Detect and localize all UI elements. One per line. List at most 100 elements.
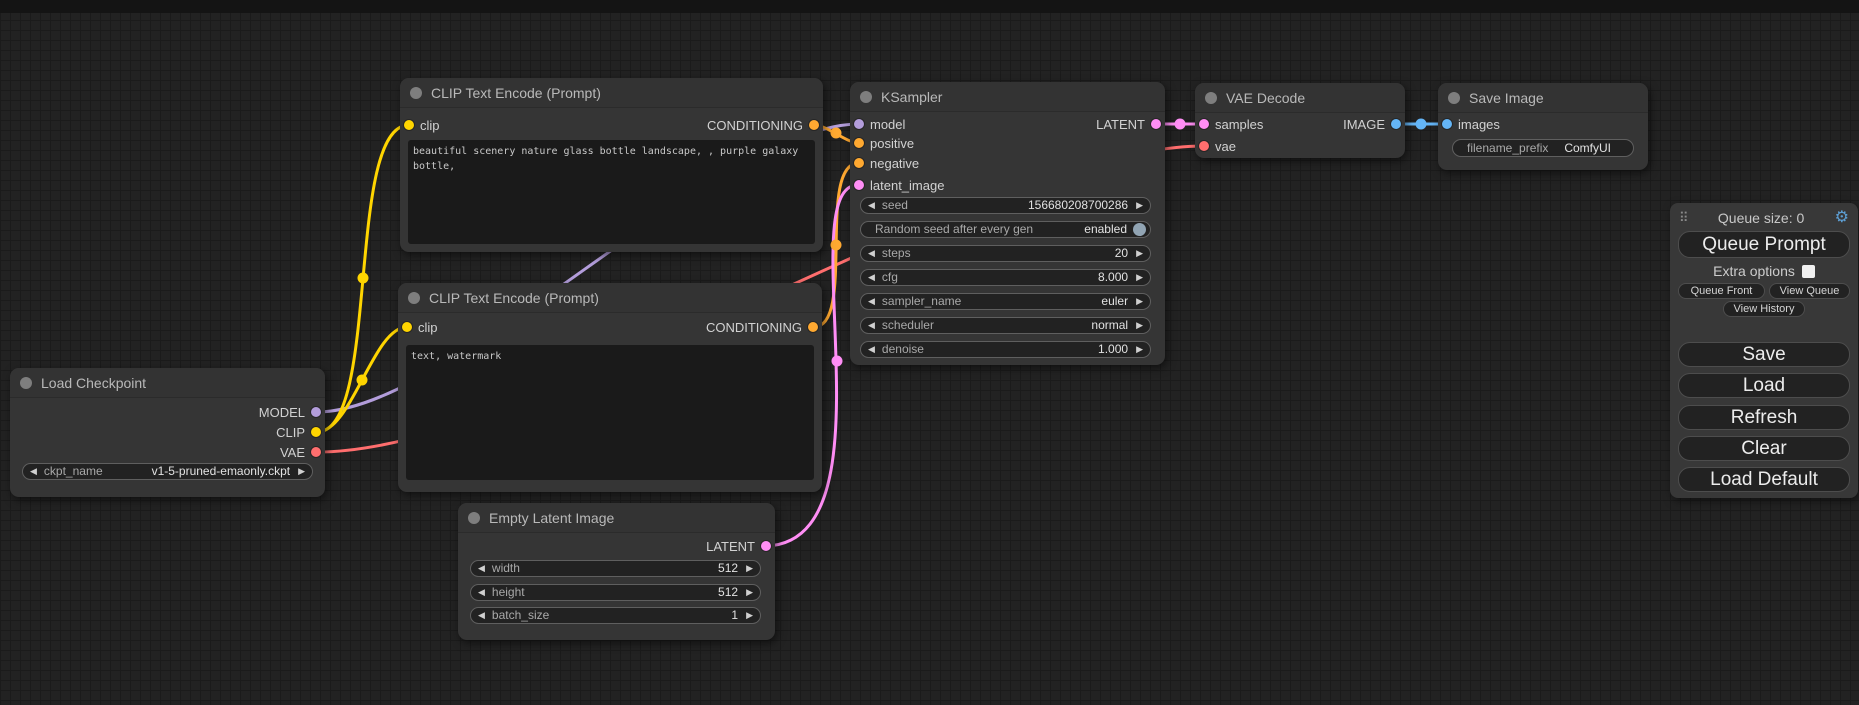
node-collapse-dot[interactable] xyxy=(410,87,422,99)
node-title-bar[interactable]: VAE Decode xyxy=(1195,83,1405,113)
prompt-textarea[interactable]: text, watermark xyxy=(406,345,814,480)
node-title: CLIP Text Encode (Prompt) xyxy=(431,85,601,101)
slot-dot-latent-output[interactable] xyxy=(1151,119,1161,129)
slot-dot-clip-input[interactable] xyxy=(404,120,414,130)
slot-label-latent-image: latent_image xyxy=(870,178,944,193)
node-title-bar[interactable]: Load Checkpoint xyxy=(10,368,325,398)
settings-gear-icon[interactable]: ⚙ xyxy=(1835,210,1849,226)
decrement-arrow-icon[interactable]: ◀ xyxy=(868,245,875,262)
decrement-arrow-icon[interactable]: ◀ xyxy=(868,293,875,310)
slot-dot-samples[interactable] xyxy=(1199,119,1209,129)
slot-dot-images[interactable] xyxy=(1442,119,1452,129)
node-collapse-dot[interactable] xyxy=(860,91,872,103)
node-title-bar[interactable]: Empty Latent Image xyxy=(458,503,775,533)
node-vae-decode[interactable]: VAE Decode samples IMAGE vae xyxy=(1195,83,1405,158)
widget-label: height xyxy=(492,584,525,601)
view-history-button[interactable]: View History xyxy=(1723,301,1805,317)
widget-steps[interactable]: ◀ steps 20 ▶ xyxy=(860,245,1151,262)
widget-denoise[interactable]: ◀ denoise 1.000 ▶ xyxy=(860,341,1151,358)
slot-dot-vae-input[interactable] xyxy=(1199,141,1209,151)
widget-cfg[interactable]: ◀ cfg 8.000 ▶ xyxy=(860,269,1151,286)
increment-arrow-icon[interactable]: ▶ xyxy=(1136,269,1143,286)
node-collapse-dot[interactable] xyxy=(468,512,480,524)
increment-arrow-icon[interactable]: ▶ xyxy=(1136,245,1143,262)
widget-value: normal xyxy=(1091,317,1128,334)
node-collapse-dot[interactable] xyxy=(408,292,420,304)
decrement-arrow-icon[interactable]: ◀ xyxy=(868,269,875,286)
widget-height[interactable]: ◀ height 512 ▶ xyxy=(470,584,761,601)
clear-button[interactable]: Clear xyxy=(1678,436,1850,461)
node-title-bar[interactable]: CLIP Text Encode (Prompt) xyxy=(398,283,822,313)
widget-label: filename_prefix xyxy=(1467,140,1548,157)
slot-dot-model[interactable] xyxy=(311,407,321,417)
input-slot-row-images: images xyxy=(1438,114,1648,134)
node-collapse-dot[interactable] xyxy=(20,377,32,389)
output-slot-row-model: MODEL xyxy=(10,402,325,422)
increment-arrow-icon[interactable]: ▶ xyxy=(298,463,305,480)
node-title-bar[interactable]: CLIP Text Encode (Prompt) xyxy=(400,78,823,108)
node-title-bar[interactable]: Save Image xyxy=(1438,83,1648,113)
decrement-arrow-icon[interactable]: ◀ xyxy=(30,463,37,480)
slot-dot-conditioning[interactable] xyxy=(808,322,818,332)
increment-arrow-icon[interactable]: ▶ xyxy=(1136,341,1143,358)
widget-batch-size[interactable]: ◀ batch_size 1 ▶ xyxy=(470,607,761,624)
widget-sampler-name[interactable]: ◀ sampler_name euler ▶ xyxy=(860,293,1151,310)
increment-arrow-icon[interactable]: ▶ xyxy=(1136,197,1143,214)
save-button[interactable]: Save xyxy=(1678,342,1850,367)
widget-seed[interactable]: ◀ seed 156680208700286 ▶ xyxy=(860,197,1151,214)
slot-dot-clip-input[interactable] xyxy=(402,322,412,332)
prompt-textarea[interactable]: beautiful scenery nature glass bottle la… xyxy=(408,140,815,244)
node-collapse-dot[interactable] xyxy=(1205,92,1217,104)
slot-dot-latent[interactable] xyxy=(761,541,771,551)
queue-prompt-button[interactable]: Queue Prompt xyxy=(1678,231,1850,258)
queue-front-button[interactable]: Queue Front xyxy=(1678,283,1765,299)
node-save-image[interactable]: Save Image images filename_prefix ComfyU… xyxy=(1438,83,1648,170)
slot-row-samples-image: samples IMAGE xyxy=(1195,114,1405,134)
node-empty-latent-image[interactable]: Empty Latent Image LATENT ◀ width 512 ▶ … xyxy=(458,503,775,640)
widget-filename-prefix[interactable]: filename_prefix ComfyUI xyxy=(1452,139,1634,157)
increment-arrow-icon[interactable]: ▶ xyxy=(746,607,753,624)
decrement-arrow-icon[interactable]: ◀ xyxy=(478,560,485,577)
node-clip-text-encode-positive[interactable]: CLIP Text Encode (Prompt) clip CONDITION… xyxy=(400,78,823,252)
slot-dot-model-input[interactable] xyxy=(854,119,864,129)
load-default-button[interactable]: Load Default xyxy=(1678,467,1850,492)
decrement-arrow-icon[interactable]: ◀ xyxy=(868,317,875,334)
slot-dot-vae[interactable] xyxy=(311,447,321,457)
node-collapse-dot[interactable] xyxy=(1448,92,1460,104)
load-button[interactable]: Load xyxy=(1678,373,1850,398)
increment-arrow-icon[interactable]: ▶ xyxy=(746,584,753,601)
node-title: VAE Decode xyxy=(1226,90,1305,106)
increment-arrow-icon[interactable]: ▶ xyxy=(1136,293,1143,310)
node-graph-canvas[interactable]: Load Checkpoint MODEL CLIP VAE ◀ ckpt_na… xyxy=(0,0,1859,705)
drag-handle-icon[interactable]: ⠿ xyxy=(1679,210,1688,226)
widget-label: width xyxy=(492,560,520,577)
decrement-arrow-icon[interactable]: ◀ xyxy=(478,584,485,601)
view-queue-button[interactable]: View Queue xyxy=(1769,283,1850,299)
widget-random-seed-toggle[interactable]: Random seed after every gen enabled xyxy=(860,221,1151,238)
node-clip-text-encode-negative[interactable]: CLIP Text Encode (Prompt) clip CONDITION… xyxy=(398,283,822,492)
widget-ckpt-name[interactable]: ◀ ckpt_name v1-5-pruned-emaonly.ckpt ▶ xyxy=(22,463,313,480)
extra-options-checkbox[interactable] xyxy=(1802,265,1815,278)
widget-value: 1.000 xyxy=(1098,341,1128,358)
toggle-dot[interactable] xyxy=(1133,223,1146,236)
slot-dot-positive[interactable] xyxy=(854,138,864,148)
node-title-bar[interactable]: KSampler xyxy=(850,82,1165,112)
decrement-arrow-icon[interactable]: ◀ xyxy=(868,197,875,214)
output-slot-row-latent: LATENT xyxy=(458,536,775,556)
widget-value: 156680208700286 xyxy=(1028,197,1128,214)
slot-label-vae: VAE xyxy=(280,445,305,460)
widget-scheduler[interactable]: ◀ scheduler normal ▶ xyxy=(860,317,1151,334)
slot-dot-clip[interactable] xyxy=(311,427,321,437)
slot-dot-negative[interactable] xyxy=(854,158,864,168)
slot-dot-conditioning[interactable] xyxy=(809,120,819,130)
slot-dot-latent-image[interactable] xyxy=(854,180,864,190)
node-ksampler[interactable]: KSampler model LATENT positive negative xyxy=(850,82,1165,365)
node-load-checkpoint[interactable]: Load Checkpoint MODEL CLIP VAE ◀ ckpt_na… xyxy=(10,368,325,497)
increment-arrow-icon[interactable]: ▶ xyxy=(1136,317,1143,334)
refresh-button[interactable]: Refresh xyxy=(1678,405,1850,430)
widget-width[interactable]: ◀ width 512 ▶ xyxy=(470,560,761,577)
slot-dot-image[interactable] xyxy=(1391,119,1401,129)
decrement-arrow-icon[interactable]: ◀ xyxy=(478,607,485,624)
increment-arrow-icon[interactable]: ▶ xyxy=(746,560,753,577)
decrement-arrow-icon[interactable]: ◀ xyxy=(868,341,875,358)
